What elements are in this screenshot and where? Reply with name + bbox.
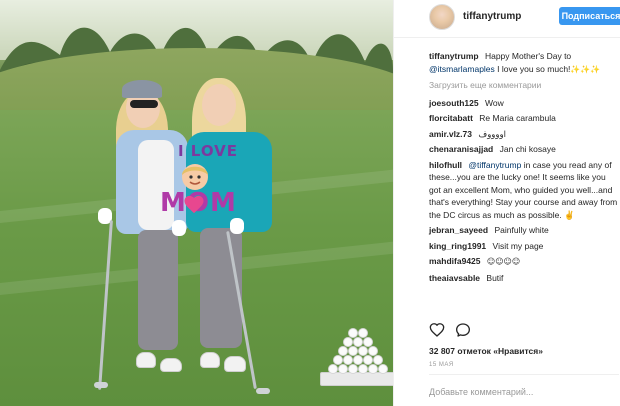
golf-ball: [373, 355, 383, 365]
golf-ball: [348, 328, 358, 338]
follow-button[interactable]: Подписаться: [559, 7, 620, 25]
like-count[interactable]: 32 807 отметок «Нравится»: [429, 346, 543, 356]
post-username[interactable]: tiffanytrump: [463, 11, 521, 22]
sweater-top-text: I LOVE: [178, 142, 239, 160]
post-photo[interactable]: I LOVE MOM: [0, 0, 393, 406]
load-more-comments[interactable]: Загрузить еще комментарии: [429, 79, 619, 92]
shoe: [224, 356, 246, 372]
golf-ball: [348, 364, 358, 374]
golf-ball: [363, 337, 373, 347]
golf-ball: [358, 328, 368, 338]
golf-cap: [122, 80, 162, 98]
golf-ball: [343, 337, 353, 347]
golf-ball: [338, 346, 348, 356]
comment: florcitabatt Re Maria carambula: [429, 112, 619, 125]
golf-ball: [343, 355, 353, 365]
comment-username[interactable]: jebran_sayeed: [429, 225, 488, 235]
heart-icon[interactable]: [429, 322, 445, 338]
golf-ball: [353, 355, 363, 365]
golf-glove: [230, 218, 244, 234]
comment: amir.vlz.73 اووووف: [429, 128, 619, 141]
ball-tray: [320, 372, 393, 386]
head: [202, 84, 236, 126]
comment-text: Re Maria carambula: [479, 113, 556, 123]
divider: [429, 374, 619, 375]
comment-icon[interactable]: [455, 322, 471, 338]
golf-ball: [358, 364, 368, 374]
comment: chenaranisajjad Jan chi kosaye: [429, 143, 619, 156]
comment: joesouth125 Wow: [429, 97, 619, 110]
caption-text: Happy Mother's Day to: [484, 51, 572, 61]
comment-username[interactable]: chenaranisajjad: [429, 144, 493, 154]
caption-username[interactable]: tiffanytrump: [429, 51, 479, 61]
action-bar: [429, 322, 619, 340]
golf-ball: [328, 364, 338, 374]
comment-text: Visit my page: [492, 240, 544, 251]
shoe: [200, 352, 220, 368]
bitmoji-face-icon: [182, 164, 208, 190]
post-date[interactable]: 15 МАЯ: [429, 362, 454, 368]
comment-text: Wow: [484, 97, 504, 108]
avatar[interactable]: [429, 4, 455, 30]
comments-list: tiffanytrump Happy Mother's Day to @itsm…: [429, 50, 619, 287]
comment: hilofhull @tiffanytrump in case you read…: [429, 159, 619, 222]
club-head: [94, 382, 108, 388]
golf-ball: [338, 364, 348, 374]
comment-username[interactable]: joesouth125: [429, 98, 479, 108]
comment-mention[interactable]: @tiffanytrump: [468, 160, 521, 170]
comment-text: Jan chi kosaye: [499, 144, 556, 154]
comment-username[interactable]: mahdifa9425: [429, 256, 481, 266]
comment-username[interactable]: hilofhull: [429, 160, 462, 170]
comment: king_ring1991 Visit my page: [429, 240, 619, 253]
caption-mention[interactable]: @itsmarlamaples: [429, 64, 495, 74]
golf-ball: [353, 337, 363, 347]
shoe: [136, 352, 156, 368]
caption: tiffanytrump Happy Mother's Day to @itsm…: [429, 50, 619, 76]
comment-text: Painfully white: [494, 225, 549, 235]
caption-emoji: ✨✨✨: [570, 64, 601, 74]
golf-ball: [368, 346, 378, 356]
person-right: [170, 70, 290, 400]
post-panel: tiffanytrump Подписаться tiffanytrump Ha…: [393, 0, 620, 406]
caption-rest: I love you so much!: [497, 63, 571, 74]
post-header: tiffanytrump Подписаться: [394, 0, 620, 38]
add-comment-input[interactable]: Добавьте комментарий...: [429, 387, 619, 397]
golf-ball: [333, 355, 343, 365]
golf-ball: [363, 355, 373, 365]
comment-text: ☺☺☺☺: [486, 257, 521, 266]
golf-balls: [320, 320, 393, 390]
golf-club: [98, 220, 113, 390]
comment-username[interactable]: theaiavsable: [429, 273, 480, 283]
comment-text: Butif: [486, 272, 504, 283]
golf-ball: [348, 346, 358, 356]
comment: mahdifa9425 ☺☺☺☺: [429, 255, 619, 269]
comment: theaiavsable Butif: [429, 272, 619, 285]
comment-username[interactable]: king_ring1991: [429, 241, 486, 251]
golf-ball: [358, 346, 368, 356]
comment-username[interactable]: florcitabatt: [429, 113, 473, 123]
club-head: [256, 388, 270, 394]
sunglasses: [130, 100, 158, 108]
golf-ball: [368, 364, 378, 374]
comment-username[interactable]: amir.vlz.73: [429, 129, 472, 139]
golf-ball: [378, 364, 388, 374]
comment: jebran_sayeed Painfully white: [429, 224, 619, 237]
heart-icon: [184, 195, 204, 214]
comment-text: اووووف: [478, 128, 506, 139]
